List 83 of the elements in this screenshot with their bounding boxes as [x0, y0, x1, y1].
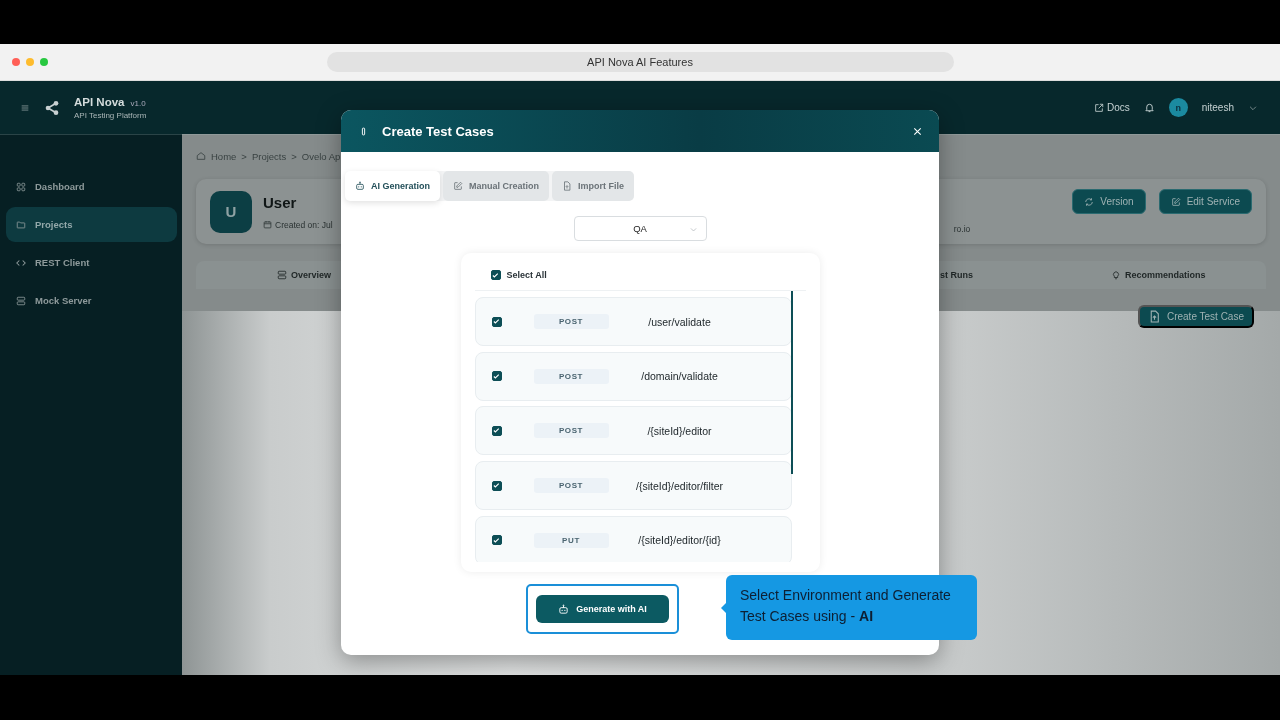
external-link-icon [1093, 102, 1104, 113]
endpoint-row[interactable]: POST /domain/validate [474, 351, 792, 401]
created-date: Created on: Jul [275, 219, 333, 230]
endpoint-path: /domain/validate [641, 370, 718, 383]
endpoint-path: /user/validate [648, 315, 711, 328]
endpoint-row[interactable]: POST /user/validate [474, 297, 792, 346]
address-bar[interactable]: API Nova AI Features [326, 52, 954, 72]
method-tag: POST [533, 314, 609, 329]
modal-title: Create Test Cases [382, 123, 495, 139]
server-icon [16, 295, 26, 306]
grid-icon [16, 181, 26, 192]
user-name[interactable]: niteesh [1201, 102, 1234, 113]
user-avatar[interactable]: n [1168, 98, 1188, 117]
checkbox[interactable] [491, 480, 502, 491]
edit-icon [1170, 196, 1181, 207]
sidebar-item[interactable]: Projects [6, 207, 177, 242]
modal-tab[interactable]: Manual Creation [443, 171, 550, 201]
app-name: API Nova [74, 95, 125, 108]
service-button[interactable]: Edit Service [1158, 189, 1252, 214]
checkbox[interactable] [491, 371, 502, 382]
method-tag: POST [533, 478, 609, 494]
method-tag: POST [533, 368, 609, 384]
environment-dropdown[interactable]: QA [573, 216, 707, 241]
check-icon [492, 481, 501, 491]
method-tag: PUT [533, 532, 609, 548]
test-tube-icon [359, 125, 368, 137]
folder-icon [16, 219, 26, 230]
modal-tab[interactable]: AI Generation [345, 171, 440, 201]
check-icon [492, 426, 501, 436]
sidebar-item[interactable]: Mock Server [6, 283, 177, 318]
generate-button[interactable]: Generate with AI [536, 595, 669, 623]
scrollbar-thumb[interactable] [790, 291, 793, 474]
breadcrumb-separator: > [291, 150, 297, 162]
endpoint-row[interactable]: POST /{siteId}/editor [474, 406, 792, 456]
refresh-icon [1084, 196, 1095, 207]
endpoint-path: /{siteId}/editor/{id} [638, 534, 721, 547]
breadcrumb-link[interactable]: Ovelo Ap [301, 150, 341, 162]
close-icon[interactable] [912, 125, 923, 137]
page-tab[interactable]: st Runs [940, 270, 973, 280]
checkbox[interactable] [491, 316, 502, 327]
check-icon [492, 535, 501, 545]
service-name: User [263, 193, 298, 211]
endpoint-path: /{siteId}/editor [647, 424, 712, 437]
version-label: v1.0 [130, 98, 146, 108]
service-url: ro.io [953, 224, 971, 234]
checkbox[interactable] [491, 535, 502, 546]
robot-icon [558, 603, 570, 615]
lightbulb-icon [1111, 270, 1121, 280]
checkbox[interactable] [491, 425, 502, 436]
sidebar-item[interactable]: REST Client [6, 245, 177, 280]
page-tab[interactable]: Recommendations [1111, 270, 1206, 280]
home-icon [196, 151, 206, 161]
create-test-case-button[interactable]: Create Test Case [1137, 305, 1254, 328]
sidebar-item[interactable]: Dashboard [6, 169, 177, 204]
check-icon [492, 371, 501, 381]
server-icon [277, 270, 287, 280]
robot-icon [355, 181, 365, 191]
page-tab[interactable]: Overview [277, 270, 332, 280]
endpoint-path: /{siteId}/editor/filter [636, 479, 723, 492]
method-tag: POST [533, 423, 609, 439]
service-button[interactable]: Version [1072, 189, 1146, 214]
calendar-icon [263, 220, 272, 229]
file-upload-icon [562, 181, 573, 191]
checkbox[interactable] [490, 270, 501, 280]
chevron-down-icon [688, 225, 698, 234]
breadcrumb-separator: > [241, 150, 247, 162]
menu-icon [20, 102, 30, 113]
select-all-label[interactable]: Select All [506, 270, 547, 280]
tooltip-text: Select Environment and Generate Test Cases using - AI [740, 586, 952, 626]
breadcrumb-link[interactable]: Projects [251, 150, 287, 162]
check-icon [491, 270, 500, 280]
bell-icon[interactable] [1143, 102, 1155, 113]
code-icon [16, 257, 26, 268]
window-controls-icon [12, 58, 48, 66]
check-icon [492, 317, 501, 326]
edit-icon [453, 181, 463, 191]
endpoint-row[interactable]: PUT /{siteId}/editor/{id} [474, 515, 792, 562]
service-avatar: U [210, 190, 252, 233]
breadcrumb-link[interactable]: Home [211, 150, 237, 162]
app-subtitle: API Testing Platform [74, 110, 147, 120]
modal-tab[interactable]: Import File [552, 171, 635, 201]
endpoint-row[interactable]: POST /{siteId}/editor/filter [474, 461, 792, 511]
docs-link[interactable]: Docs [1093, 102, 1130, 113]
